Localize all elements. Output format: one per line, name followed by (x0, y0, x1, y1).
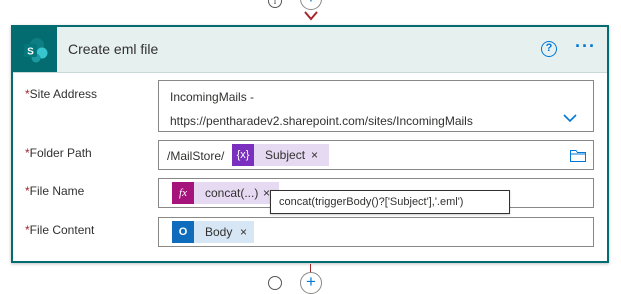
info-icon[interactable] (268, 276, 282, 290)
expression-tooltip: concat(triggerBody()?['Subject'],'.eml') (270, 190, 510, 214)
svg-text:S: S (27, 47, 34, 58)
action-card: S Create eml file ? ··· *Site Address In… (11, 25, 609, 263)
remove-token-icon[interactable]: × (311, 144, 318, 166)
outlook-icon: O (172, 221, 194, 243)
more-options-icon[interactable]: ··· (575, 37, 599, 57)
site-address-value-line2: https://pentharadev2.sharepoint.com/site… (170, 114, 473, 128)
site-address-dropdown[interactable]: IncomingMails - https://pentharadev2.sha… (158, 80, 594, 132)
sharepoint-tile: S (13, 27, 57, 72)
site-address-label: *Site Address (25, 87, 97, 101)
folder-path-prefix: /MailStore/ (167, 149, 225, 163)
file-content-label-text: File Content (29, 223, 95, 237)
expression-icon: fx (172, 182, 194, 204)
chevron-down-icon[interactable] (563, 113, 577, 123)
add-step-plus-icon[interactable]: + (300, 0, 322, 10)
concat-expression-token[interactable]: fx concat(...) × (172, 182, 279, 204)
folder-path-label: *Folder Path (25, 146, 92, 160)
variable-icon: {x} (232, 144, 254, 166)
remove-token-icon[interactable]: × (240, 221, 247, 243)
add-step-plus-icon[interactable]: + (300, 272, 322, 294)
info-icon[interactable]: i (268, 0, 282, 8)
sharepoint-icon: S (24, 38, 48, 63)
concat-token-label: concat(...) (205, 186, 259, 200)
connector-arrow-icon (304, 11, 318, 21)
site-address-label-text: Site Address (29, 87, 98, 101)
file-name-label: *File Name (25, 184, 84, 198)
subject-token-label: Subject (265, 148, 306, 162)
file-name-label-text: File Name (29, 184, 85, 198)
body-token[interactable]: O Body × (172, 221, 254, 243)
remove-token-icon[interactable]: × (263, 182, 270, 204)
card-header[interactable]: S Create eml file ? ··· (13, 27, 607, 73)
folder-path-input[interactable]: /MailStore/ {x} Subject × (158, 140, 594, 170)
folder-path-label-text: Folder Path (29, 146, 92, 160)
help-icon[interactable]: ? (541, 41, 557, 57)
site-address-value-line1: IncomingMails - (170, 90, 255, 104)
body-token-label: Body (205, 225, 233, 239)
file-content-label: *File Content (25, 223, 94, 237)
subject-token[interactable]: {x} Subject × (232, 144, 329, 166)
file-content-input[interactable]: O Body × (158, 217, 594, 247)
card-title[interactable]: Create eml file (68, 41, 158, 57)
folder-icon[interactable] (570, 149, 586, 162)
